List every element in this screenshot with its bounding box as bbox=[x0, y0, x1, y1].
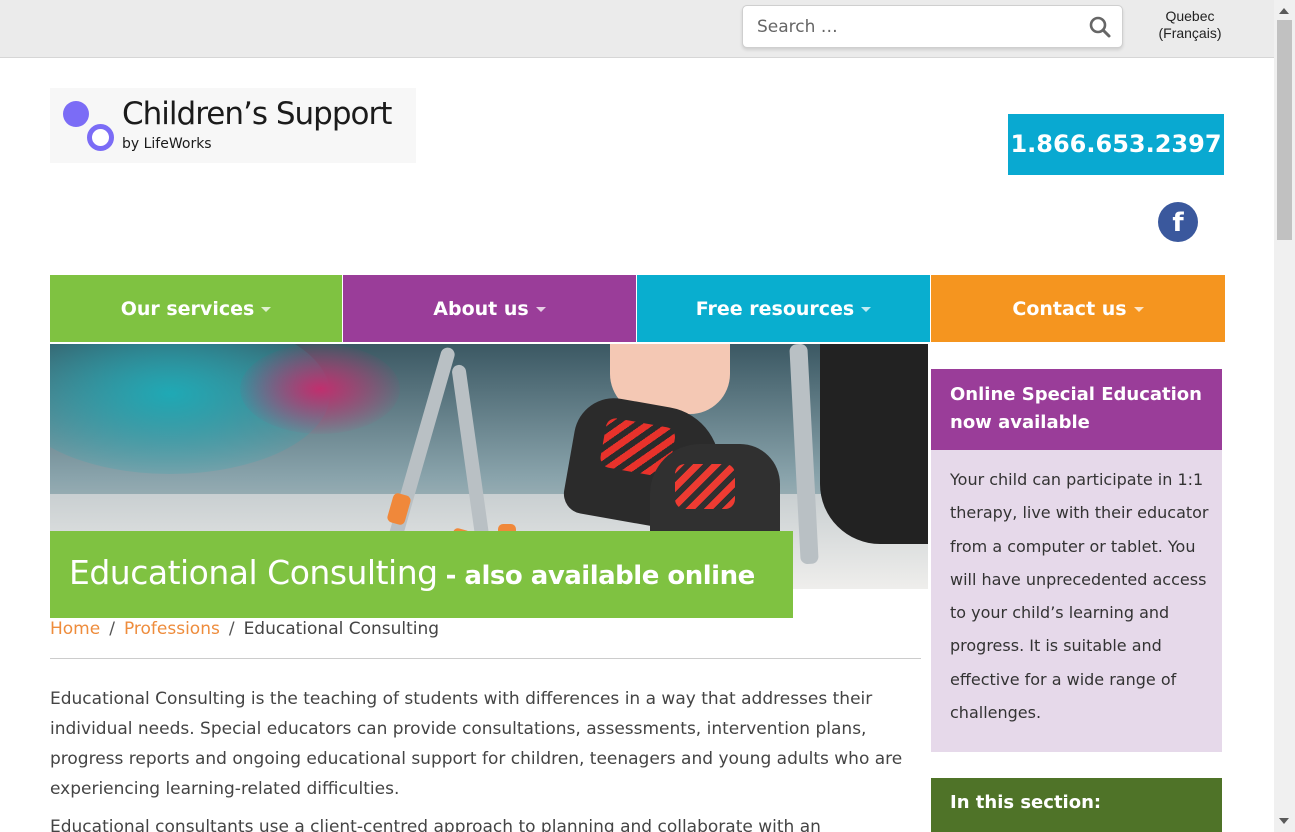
shoe-laces bbox=[675, 464, 735, 509]
breadcrumb-home-link[interactable]: Home bbox=[50, 619, 100, 639]
logo-dot-icon bbox=[63, 101, 89, 127]
sidebar-promo-title: Online Special Education now available bbox=[950, 384, 1202, 433]
page-title-suffix: - also available online bbox=[445, 561, 756, 591]
sidebar-promo-body: Your child can participate in 1:1 therap… bbox=[931, 450, 1222, 752]
breadcrumb-separator: / bbox=[109, 619, 115, 639]
page-title-main: Educational Consulting bbox=[69, 553, 438, 592]
nav-item-label: About us bbox=[433, 297, 529, 320]
logo-name: Children’s Support bbox=[122, 96, 392, 132]
page-title-banner: Educational Consulting - also available o… bbox=[50, 531, 793, 618]
sidebar-promo-text: Your child can participate in 1:1 therap… bbox=[950, 470, 1209, 723]
caret-down-icon bbox=[261, 307, 272, 312]
breadcrumb-separator: / bbox=[228, 619, 235, 639]
caret-down-icon bbox=[1133, 307, 1144, 312]
sidebar-section-title: In this section: bbox=[950, 792, 1102, 813]
hero-blur-shape bbox=[240, 344, 400, 434]
site-logo[interactable]: Children’s Support by LifeWorks bbox=[50, 88, 416, 163]
nav-item-about-us[interactable]: About us bbox=[343, 275, 636, 342]
language-switch-link[interactable]: Quebec (Français) bbox=[1150, 8, 1230, 42]
breadcrumb-current: Educational Consulting bbox=[243, 619, 440, 639]
nav-item-free-resources[interactable]: Free resources bbox=[637, 275, 930, 342]
content-paragraph: Educational consultants use a client-cen… bbox=[50, 817, 821, 832]
nav-item-contact-us[interactable]: Contact us bbox=[931, 275, 1225, 342]
scroll-up-arrow-icon[interactable] bbox=[1279, 8, 1289, 14]
nav-item-our-services[interactable]: Our services bbox=[50, 275, 342, 342]
scrollbar-thumb[interactable] bbox=[1277, 20, 1292, 240]
main-content: Educational Consulting is the teaching o… bbox=[50, 684, 918, 832]
breadcrumb-professions-link[interactable]: Professions bbox=[124, 619, 220, 639]
language-link-line2: (Français) bbox=[1158, 25, 1222, 41]
scroll-down-arrow-icon[interactable] bbox=[1279, 818, 1289, 824]
nav-item-label: Our services bbox=[120, 297, 255, 320]
page-title: Educational Consulting - also available o… bbox=[69, 553, 755, 592]
language-link-line1: Quebec bbox=[1165, 8, 1215, 24]
phone-number-button[interactable]: 1.866.653.2397 bbox=[1008, 114, 1224, 175]
search-input[interactable] bbox=[757, 14, 1077, 40]
caret-down-icon bbox=[861, 307, 872, 312]
page-scrollbar[interactable] bbox=[1274, 0, 1295, 832]
nav-item-label: Free resources bbox=[695, 297, 855, 320]
top-utility-bar: Quebec (Français) bbox=[0, 0, 1274, 58]
facebook-icon[interactable]: f bbox=[1158, 202, 1198, 242]
nav-item-label: Contact us bbox=[1012, 297, 1127, 320]
content-paragraph: Educational Consulting is the teaching o… bbox=[50, 689, 903, 799]
caret-down-icon bbox=[535, 307, 546, 312]
content-divider bbox=[50, 658, 921, 659]
main-navigation: Our services About us Free resources Con… bbox=[50, 275, 1225, 342]
logo-byline: by LifeWorks bbox=[122, 136, 212, 152]
breadcrumb: Home / Professions / Educational Consulting bbox=[50, 619, 439, 639]
sidebar-promo-header[interactable]: Online Special Education now available bbox=[931, 369, 1222, 450]
hero-dark-shape bbox=[820, 344, 928, 544]
search-box bbox=[742, 5, 1123, 48]
sidebar-section-header: In this section: bbox=[931, 778, 1222, 832]
search-icon[interactable] bbox=[1088, 15, 1112, 39]
logo-ring-icon bbox=[87, 124, 114, 151]
